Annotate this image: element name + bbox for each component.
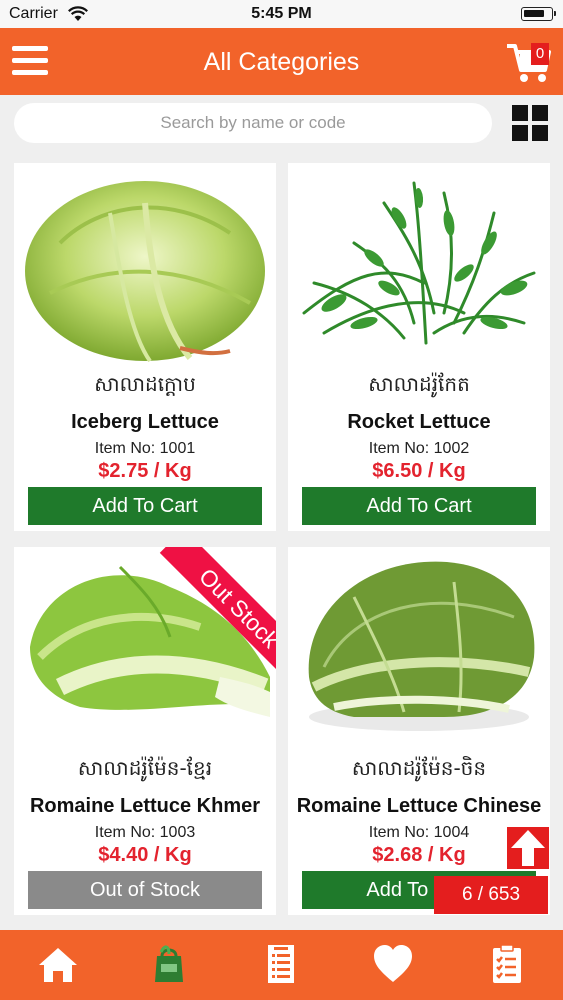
product-name: Romaine Lettuce Khmer <box>29 795 261 817</box>
page-title: All Categories <box>203 48 360 76</box>
home-icon[interactable] <box>36 944 80 984</box>
status-bar: Carrier 5:45 PM <box>0 0 563 28</box>
page-counter: 6 / 653 <box>434 876 548 914</box>
product-name-khmer: សាលាដរ៉ូកែត <box>368 372 470 396</box>
bottom-navigation-bar <box>0 930 563 1000</box>
product-name: Rocket Lettuce <box>347 411 491 433</box>
out-of-stock-ribbon: Out Stock <box>146 547 276 677</box>
add-to-cart-button[interactable]: Add To Cart <box>302 487 536 525</box>
out-of-stock-button: Out of Stock <box>28 871 262 909</box>
scroll-to-top-button[interactable] <box>507 827 549 869</box>
arrow-up-icon <box>511 830 545 866</box>
item-number: Item No: 1003 <box>94 824 196 841</box>
iceberg-lettuce-image <box>25 181 265 363</box>
ribbon-label: Out Stock <box>159 547 276 677</box>
cart-count-badge: 0 <box>531 43 549 65</box>
app-header: All Categories 0 <box>0 28 563 95</box>
product-price: $6.50 / Kg <box>372 460 466 482</box>
product-name-khmer: សាលាដរ៉ូម៉ែន-ខ្មែរ <box>77 756 213 780</box>
product-name: Romaine Lettuce Chinese <box>296 795 542 817</box>
menu-list-icon[interactable] <box>259 944 303 984</box>
item-number: Item No: 1001 <box>94 440 196 457</box>
grid-view-icon[interactable] <box>512 105 548 141</box>
rocket-lettuce-image <box>302 181 536 345</box>
product-card[interactable]: សាលាដរ៉ូកែត Rocket Lettuce Item No: 1002… <box>288 163 550 531</box>
product-card[interactable]: សាលាដក្តោប Iceberg Lettuce Item No: 1001… <box>14 163 276 531</box>
product-name-khmer: សាលាដក្តោប <box>94 372 196 396</box>
battery-icon <box>521 7 556 21</box>
clock-time: 5:45 PM <box>251 5 312 22</box>
clipboard-icon[interactable] <box>485 944 529 984</box>
romaine-lettuce-chinese-image <box>308 561 535 731</box>
product-card[interactable]: Out Stock សាលាដរ៉ូម៉ែន-ខ្មែរ Romaine Let… <box>14 547 276 915</box>
product-price: $2.75 / Kg <box>98 460 192 482</box>
search-row <box>0 95 563 153</box>
product-name-khmer: សាលាដរ៉ូម៉ែន-ចិន <box>351 756 487 780</box>
grocery-bag-icon[interactable] <box>147 944 191 984</box>
search-input[interactable] <box>14 103 492 143</box>
product-name: Iceberg Lettuce <box>71 411 219 433</box>
product-price: $4.40 / Kg <box>98 844 192 866</box>
add-to-cart-button[interactable]: Add To Cart <box>28 487 262 525</box>
heart-icon[interactable] <box>371 944 415 984</box>
item-number: Item No: 1002 <box>368 440 470 457</box>
